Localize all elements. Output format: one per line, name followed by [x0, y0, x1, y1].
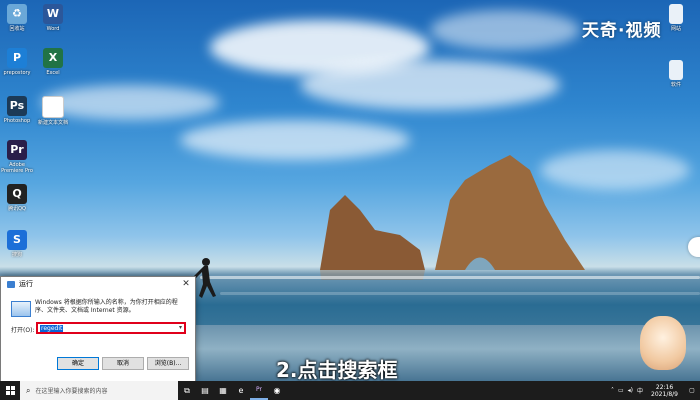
- run-dialog-titlebar[interactable]: 运行 ✕: [1, 277, 195, 291]
- windows-icon: [5, 386, 15, 395]
- close-icon[interactable]: ✕: [177, 277, 195, 291]
- chevron-up-icon[interactable]: ˄: [611, 387, 614, 394]
- app-icon: ♻: [7, 4, 27, 24]
- ime-indicator[interactable]: 中: [637, 386, 643, 395]
- run-window-icon: [11, 301, 31, 317]
- search-placeholder: 在这里输入你要搜索的内容: [35, 388, 108, 395]
- desktop-icon-label: Photoshop: [3, 118, 31, 124]
- taskbar-search-box[interactable]: ⌕ 在这里输入你要搜索的内容: [20, 381, 178, 400]
- app-icon: W: [43, 4, 63, 24]
- media-icon[interactable]: ◉: [268, 381, 286, 400]
- watermark-logo: 天奇·视频: [582, 21, 662, 41]
- rock-formations: [320, 155, 585, 280]
- desktop-icon[interactable]: S 搜狗: [0, 230, 34, 258]
- desktop-icon[interactable]: 网站: [659, 4, 693, 32]
- file-explorer-icon[interactable]: ▤: [196, 381, 214, 400]
- runner-figure: [194, 258, 216, 298]
- desktop-icon[interactable]: Ps Photoshop: [0, 96, 34, 124]
- open-label: 打开(O):: [11, 327, 35, 334]
- desktop-icon[interactable]: Q 腾讯QQ: [0, 184, 34, 212]
- chevron-down-icon[interactable]: ▾: [179, 324, 182, 331]
- side-widget[interactable]: [688, 237, 700, 257]
- browse-button[interactable]: 浏览(B)...: [147, 357, 189, 370]
- desktop-icon-label: Word: [46, 26, 60, 32]
- folder-icon: [669, 4, 683, 24]
- desktop-icon-label: Adobe Premiere Pro: [1, 162, 33, 174]
- app-icon: Pr: [7, 140, 27, 160]
- search-icon: ⌕: [26, 385, 31, 395]
- network-icon[interactable]: ▭: [618, 387, 624, 394]
- desktop-icon-label: 软件: [670, 82, 681, 88]
- desktop-icon-label: 新建文本文档: [37, 120, 68, 126]
- pinned-apps: ⧉ ▤ ▦ e Pr ◉: [178, 381, 286, 400]
- task-view-icon[interactable]: ⧉: [178, 381, 196, 400]
- desktop-icon[interactable]: 新建文本文档: [36, 96, 70, 126]
- desktop-icon[interactable]: Pprepostory: [0, 48, 34, 76]
- desktop-icon[interactable]: X Excel: [36, 48, 70, 76]
- app-icon: X: [43, 48, 63, 68]
- desktop-icon-label: prepostory: [3, 70, 31, 76]
- start-button[interactable]: [0, 381, 20, 400]
- clock[interactable]: 22:16 2021/8/9: [651, 384, 678, 398]
- run-description: Windows 将根据你所输入的名称，为你打开相应的程序、文件夹、文档或 Int…: [35, 299, 178, 314]
- run-dialog: 运行 ✕ Windows 将根据你所输入的名称，为你打开相应的程序、文件夹、文档…: [0, 276, 196, 382]
- taskbar: ⌕ 在这里输入你要搜索的内容 ⧉ ▤ ▦ e Pr ◉ ˄ ▭ ◂) 中 22:16 20…: [0, 381, 700, 400]
- desktop-icon-label: 搜狗: [11, 252, 22, 258]
- store-icon[interactable]: ▦: [214, 381, 232, 400]
- clock-time: 22:16: [655, 383, 674, 391]
- app-icon: Q: [7, 184, 27, 204]
- open-input[interactable]: regedit ▾: [36, 322, 186, 334]
- open-input-value: regedit: [40, 325, 64, 332]
- desktop-icon[interactable]: Pr Adobe Premiere Pro: [0, 140, 34, 174]
- desktop-icon-label: 回收站: [9, 26, 25, 32]
- edge-icon[interactable]: e: [232, 381, 250, 400]
- cancel-button[interactable]: 取消: [102, 357, 144, 370]
- desktop-icon-label: 网站: [670, 26, 681, 32]
- subtitle-caption: 2.点击搜索框: [276, 358, 398, 381]
- desktop-icon[interactable]: W Word: [36, 4, 70, 32]
- app-icon: S: [7, 230, 27, 250]
- clock-date: 2021/8/9: [651, 390, 678, 398]
- desktop-icon-label: 腾讯QQ: [8, 206, 26, 212]
- app-icon: Ps: [7, 96, 27, 116]
- premiere-icon[interactable]: Pr: [250, 381, 268, 400]
- notification-icon[interactable]: ▢: [686, 387, 698, 394]
- ok-button[interactable]: 确定: [57, 357, 99, 370]
- run-dialog-title: 运行: [19, 280, 33, 288]
- volume-icon[interactable]: ◂): [628, 387, 633, 394]
- desktop-icon[interactable]: 软件: [659, 60, 693, 88]
- folder-icon: [669, 60, 683, 80]
- system-tray: ˄ ▭ ◂) 中 22:16 2021/8/9 ▢: [609, 384, 700, 398]
- desktop-icon[interactable]: ♻ 回收站: [0, 4, 34, 32]
- desktop-icon-label: Excel: [46, 70, 60, 76]
- run-app-icon: [7, 280, 15, 288]
- hamster-mascot: [640, 316, 686, 370]
- app-icon: [42, 96, 64, 118]
- app-icon: P: [7, 48, 27, 68]
